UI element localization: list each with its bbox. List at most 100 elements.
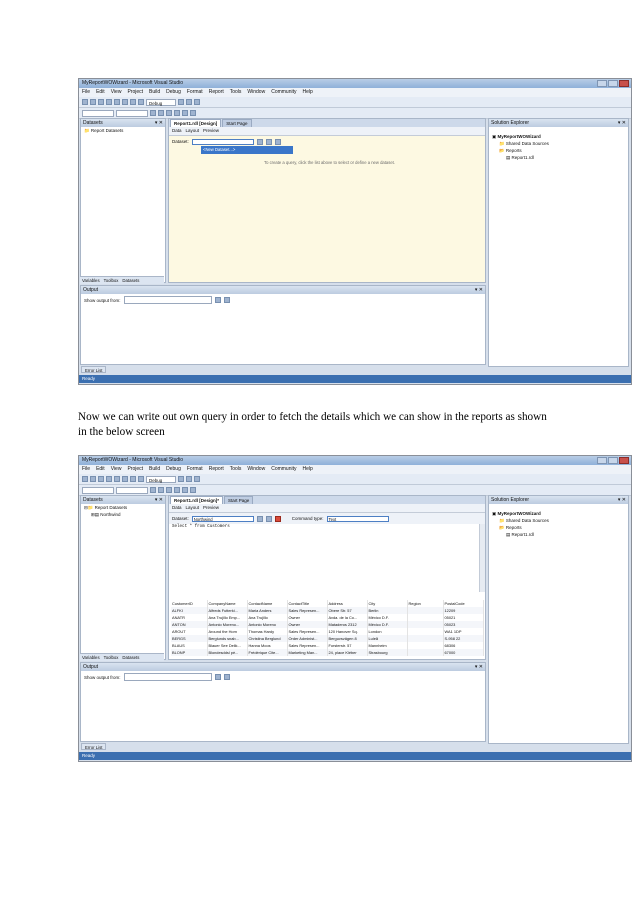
table-row[interactable]: BERGS Berglunds snab... Christina Berglund… xyxy=(171,635,484,642)
close-button[interactable] xyxy=(619,457,629,464)
grid-cell[interactable]: Blondesddsl pè... xyxy=(207,649,248,656)
menu-window[interactable]: Window xyxy=(247,465,265,474)
grid-cell[interactable]: ALFKI xyxy=(171,607,208,614)
clear-output-icon[interactable] xyxy=(214,297,221,303)
col-header[interactable]: ContactTitle xyxy=(287,600,328,607)
tab-report-design[interactable]: Report1.rdl [Design] xyxy=(170,119,222,127)
solution-close-icon[interactable]: ▾ ✕ xyxy=(618,119,626,127)
col-header[interactable]: Address xyxy=(327,600,368,607)
grid-cell[interactable] xyxy=(407,628,444,635)
font-select[interactable] xyxy=(82,486,114,494)
output-close-icon[interactable]: ▾ ✕ xyxy=(475,286,483,294)
italic-icon[interactable] xyxy=(158,487,164,493)
menu-tools[interactable]: Tools xyxy=(230,465,242,474)
menu-view[interactable]: View xyxy=(111,465,122,474)
grid-cell[interactable]: México D.F. xyxy=(367,614,408,621)
start-debug-icon[interactable] xyxy=(138,99,144,105)
copy-icon[interactable] xyxy=(114,99,120,105)
grid-cell[interactable] xyxy=(407,635,444,642)
tab-report-design[interactable]: Report1.rdl [Design]* xyxy=(170,496,224,504)
minimize-button[interactable] xyxy=(597,457,607,464)
size-select[interactable] xyxy=(116,486,148,494)
grid-cell[interactable]: Berglunds snab... xyxy=(207,635,248,642)
tab-toolbox[interactable]: Toolbox xyxy=(104,654,119,661)
grid-cell[interactable]: BERGS xyxy=(171,635,208,642)
grid-cell[interactable]: Forsterstr. 57 xyxy=(327,642,368,649)
pane-close-icon[interactable]: ▾ ✕ xyxy=(155,119,163,127)
tree-item-northwind[interactable]: ⊞▤ Northwind xyxy=(81,511,165,518)
tab-datasets[interactable]: Datasets xyxy=(122,277,139,284)
save-icon[interactable] xyxy=(98,476,104,482)
grid-cell[interactable]: S-958 22 xyxy=(443,635,484,642)
output-close-icon[interactable]: ▾ ✕ xyxy=(475,663,483,671)
start-debug-icon[interactable] xyxy=(138,476,144,482)
subtab-data[interactable]: Data xyxy=(172,504,182,512)
run-query-icon[interactable] xyxy=(274,515,281,522)
grid-cell[interactable]: Christina Berglund xyxy=(247,635,288,642)
tree-item-project[interactable]: ▣ MyReportWOWizard xyxy=(489,510,628,517)
query-editor[interactable]: Select * from Customers xyxy=(172,525,472,585)
grid-cell[interactable]: Avda. de la Co... xyxy=(327,614,368,621)
maximize-button[interactable] xyxy=(608,80,618,87)
grid-cell[interactable] xyxy=(407,614,444,621)
grid-cell[interactable]: London xyxy=(367,628,408,635)
grid-cell[interactable] xyxy=(407,621,444,628)
align-right-icon[interactable] xyxy=(190,110,196,116)
size-select[interactable] xyxy=(116,109,148,117)
find-icon[interactable] xyxy=(178,476,184,482)
menu-edit[interactable]: Edit xyxy=(96,88,105,97)
menu-build[interactable]: Build xyxy=(149,465,160,474)
clear-output-icon[interactable] xyxy=(214,674,221,680)
col-header[interactable]: ContactName xyxy=(247,600,288,607)
query-scrollbar[interactable] xyxy=(479,524,485,592)
refresh-icon[interactable] xyxy=(274,138,281,145)
undo-icon[interactable] xyxy=(130,99,136,105)
align-center-icon[interactable] xyxy=(182,487,188,493)
grid-cell[interactable]: Berguvsvägen 8 xyxy=(327,635,368,642)
italic-icon[interactable] xyxy=(158,110,164,116)
tab-start-page[interactable]: Start Page xyxy=(224,496,254,504)
table-row[interactable]: ANTON Antonio Moreno... Antonio Moreno Owne… xyxy=(171,621,484,628)
col-header[interactable]: Region xyxy=(407,600,444,607)
underline-icon[interactable] xyxy=(166,110,172,116)
col-header[interactable]: City xyxy=(367,600,408,607)
close-button[interactable] xyxy=(619,80,629,87)
align-center-icon[interactable] xyxy=(182,110,188,116)
grid-cell[interactable]: Thomas Hardy xyxy=(247,628,288,635)
menu-tools[interactable]: Tools xyxy=(230,88,242,97)
toolbox-icon[interactable] xyxy=(194,99,200,105)
grid-cell[interactable]: Antonio Moreno... xyxy=(207,621,248,628)
grid-cell[interactable] xyxy=(407,642,444,649)
open-icon[interactable] xyxy=(90,476,96,482)
subtab-layout[interactable]: Layout xyxy=(186,504,200,512)
table-row[interactable]: ALFKI Alfreds Futterki... Maria Anders Sale… xyxy=(171,607,484,614)
col-header[interactable]: CompanyName xyxy=(207,600,248,607)
delete-dataset-icon[interactable] xyxy=(265,138,272,145)
grid-cell[interactable]: Berlin xyxy=(367,607,408,614)
grid-cell[interactable]: Mataderos 2312 xyxy=(327,621,368,628)
undo-icon[interactable] xyxy=(130,476,136,482)
bold-icon[interactable] xyxy=(150,487,156,493)
tree-item-report-datasets[interactable]: ⊟📁 Report Datasets xyxy=(81,504,165,511)
cut-icon[interactable] xyxy=(106,99,112,105)
menu-project[interactable]: Project xyxy=(127,88,143,97)
error-list-tab[interactable]: Error List xyxy=(81,743,107,750)
tree-item-reports[interactable]: 📂 Reports xyxy=(489,147,628,154)
pane-close-icon[interactable]: ▾ ✕ xyxy=(155,496,163,504)
tab-datasets[interactable]: Datasets xyxy=(122,654,139,661)
menu-community[interactable]: Community xyxy=(271,88,296,97)
grid-cell[interactable] xyxy=(407,649,444,656)
grid-cell[interactable]: Hanna Moos xyxy=(247,642,288,649)
grid-cell[interactable]: ANATR xyxy=(171,614,208,621)
grid-cell[interactable]: Frédérique Cite... xyxy=(247,649,288,656)
align-left-icon[interactable] xyxy=(174,110,180,116)
grid-cell[interactable]: Alfreds Futterki... xyxy=(207,607,248,614)
paste-icon[interactable] xyxy=(122,476,128,482)
maximize-button[interactable] xyxy=(608,457,618,464)
dataset-select[interactable] xyxy=(191,138,254,145)
save-icon[interactable] xyxy=(98,99,104,105)
error-list-tab[interactable]: Error List xyxy=(81,366,107,373)
grid-cell[interactable]: Strasbourg xyxy=(367,649,408,656)
properties-icon[interactable] xyxy=(186,99,192,105)
output-source-select[interactable] xyxy=(123,673,212,681)
